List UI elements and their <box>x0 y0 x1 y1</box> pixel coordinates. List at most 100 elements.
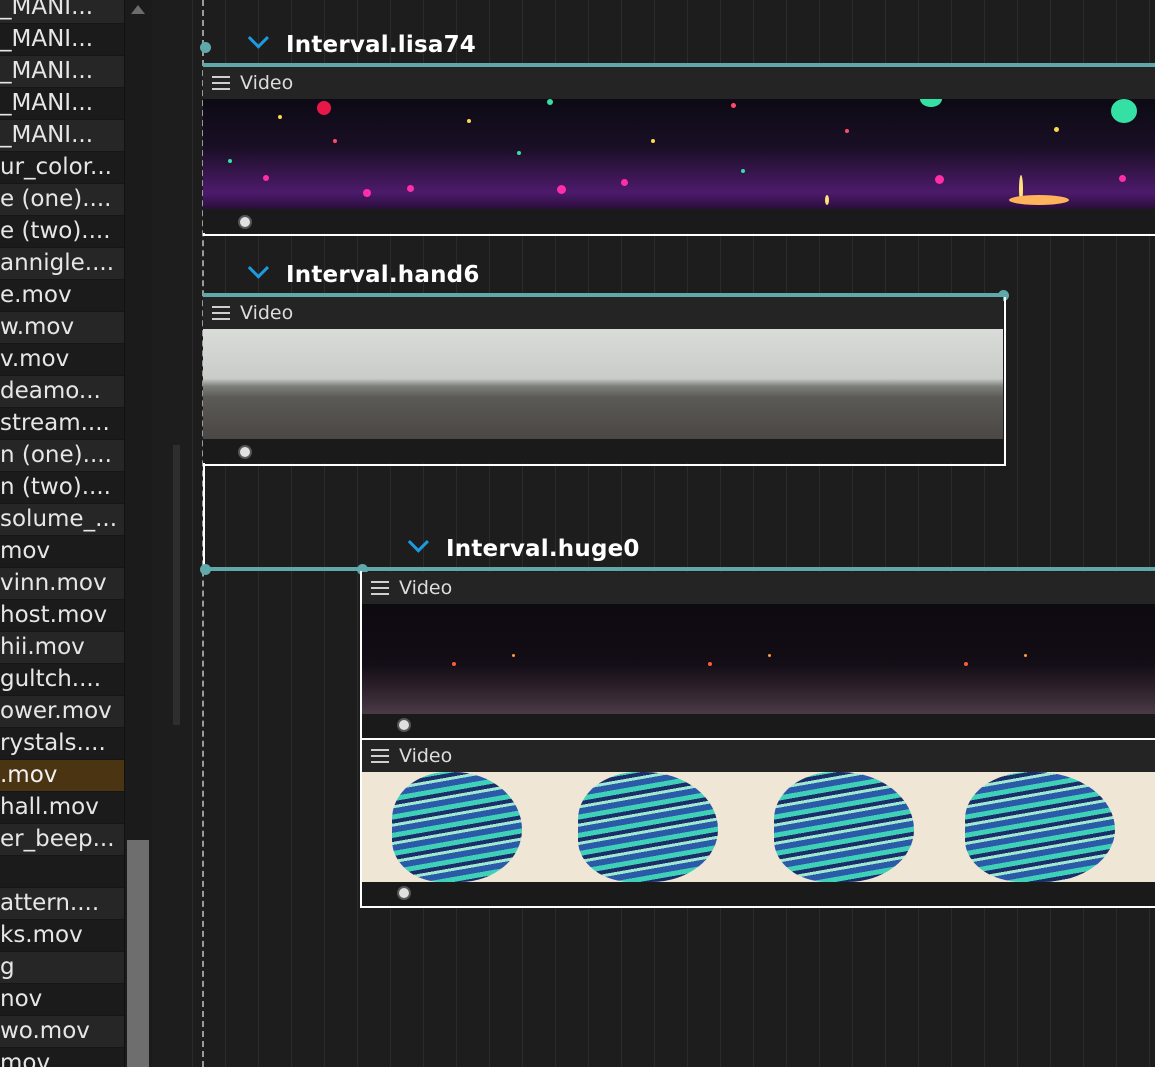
video-thumbnail-strip <box>203 329 1003 439</box>
menu-icon[interactable] <box>371 749 389 763</box>
file-list-item[interactable]: mov <box>0 1048 124 1067</box>
video-process[interactable]: Video <box>203 297 1003 463</box>
interval-connector <box>203 466 205 570</box>
file-list-item[interactable]: n (one).... <box>0 440 124 471</box>
video-process[interactable]: Video <box>362 572 1155 738</box>
file-list-item[interactable]: ur_color... <box>0 152 124 183</box>
file-list-item[interactable]: v.mov <box>0 344 124 375</box>
file-list-item[interactable]: e.mov <box>0 280 124 311</box>
video-thumbnail <box>397 99 591 209</box>
file-name: ower.mov <box>0 698 112 724</box>
video-thumbnail <box>362 772 558 882</box>
process-header[interactable]: Video <box>362 740 1155 772</box>
file-name: attern.... <box>0 890 100 916</box>
file-name: host.mov <box>0 602 108 628</box>
video-thumbnail <box>754 772 950 882</box>
video-thumbnail <box>950 772 1155 882</box>
menu-icon[interactable] <box>371 581 389 595</box>
video-thumbnail <box>203 329 332 439</box>
file-list-item[interactable] <box>0 856 124 887</box>
gutter-scroll-indicator <box>173 445 180 725</box>
file-list-item[interactable]: host.mov <box>0 600 124 631</box>
interval-start-node[interactable] <box>200 42 211 53</box>
file-list-item[interactable]: annigle.... <box>0 248 124 279</box>
process-header[interactable]: Video <box>203 297 1003 329</box>
output-port[interactable] <box>238 215 252 229</box>
process-header[interactable]: Video <box>203 67 1155 99</box>
file-name: annigle.... <box>0 250 115 276</box>
file-name: ks.mov <box>0 922 83 948</box>
process-label: Video <box>240 302 294 324</box>
file-list-item[interactable]: _MANI... <box>0 24 124 55</box>
file-name: gultch.... <box>0 666 102 692</box>
video-process[interactable]: Video <box>203 67 1155 233</box>
file-name: mov <box>0 538 51 564</box>
menu-icon[interactable] <box>212 76 230 90</box>
process-label: Video <box>399 745 453 767</box>
file-list-item[interactable]: n (two).... <box>0 472 124 503</box>
video-thumbnail <box>591 99 785 209</box>
file-list-item[interactable]: solume_... <box>0 504 124 535</box>
menu-icon[interactable] <box>212 306 230 320</box>
interval-start-node[interactable] <box>200 564 211 575</box>
file-name: nov <box>0 986 43 1012</box>
file-list-panel: _MANI... _MANI... _MANI... _MANI... _MANI...… <box>0 0 124 1067</box>
file-name: mov <box>0 1050 51 1067</box>
video-process[interactable]: Video <box>362 740 1155 906</box>
video-thumbnail <box>459 329 588 439</box>
file-list-item[interactable]: hall.mov <box>0 792 124 823</box>
file-name: er_beep... <box>0 826 115 852</box>
output-port[interactable] <box>238 445 252 459</box>
scroll-up-arrow-icon[interactable] <box>131 5 145 14</box>
file-list-item[interactable]: vinn.mov <box>0 568 124 599</box>
interval-title[interactable]: Interval.hand6 <box>247 257 480 290</box>
process-header[interactable]: Video <box>362 572 1155 604</box>
process-label: Video <box>240 72 294 94</box>
interval-name: Interval.lisa74 <box>286 32 476 58</box>
file-list-item[interactable]: e (one).... <box>0 184 124 215</box>
file-list-item[interactable]: attern.... <box>0 888 124 919</box>
file-list-item[interactable]: _MANI... <box>0 0 124 23</box>
video-thumbnail <box>362 604 618 714</box>
output-port[interactable] <box>397 718 411 732</box>
file-name: hii.mov <box>0 634 85 660</box>
file-list-item[interactable]: ks.mov <box>0 920 124 951</box>
file-list-item[interactable]: _MANI... <box>0 56 124 87</box>
file-name: _MANI... <box>0 58 93 84</box>
file-list-item[interactable]: er_beep... <box>0 824 124 855</box>
file-list-item[interactable]: _MANI... <box>0 120 124 151</box>
file-list-item[interactable]: nov <box>0 984 124 1015</box>
file-list-item[interactable]: mov <box>0 536 124 567</box>
file-name: _MANI... <box>0 90 93 116</box>
file-list-item[interactable]: w.mov <box>0 312 124 343</box>
file-list-item[interactable]: rystals.... <box>0 728 124 759</box>
file-name: _MANI... <box>0 0 93 20</box>
file-list-item[interactable]: gultch.... <box>0 664 124 695</box>
file-list-item[interactable]: e (two).... <box>0 216 124 247</box>
file-name: stream.... <box>0 410 110 436</box>
file-name: deamo... <box>0 378 101 404</box>
video-thumbnail <box>1130 604 1155 714</box>
video-thumbnail <box>203 99 397 209</box>
file-list-item[interactable]: g <box>0 952 124 983</box>
scrollbar-thumb[interactable] <box>127 840 149 1067</box>
file-name: _MANI... <box>0 122 93 148</box>
file-list-item[interactable]: hii.mov <box>0 632 124 663</box>
video-thumbnail <box>971 329 1003 439</box>
file-list-item[interactable]: stream.... <box>0 408 124 439</box>
interval-title[interactable]: Interval.lisa74 <box>247 27 476 60</box>
video-thumbnail <box>715 329 844 439</box>
file-list-item[interactable]: wo.mov <box>0 1016 124 1047</box>
output-port[interactable] <box>397 886 411 900</box>
interval-title[interactable]: Interval.huge0 <box>407 531 640 564</box>
file-list-item[interactable]: deamo... <box>0 376 124 407</box>
file-list-item[interactable]: .mov <box>0 760 124 791</box>
file-name: w.mov <box>0 314 75 340</box>
video-thumbnail <box>618 604 874 714</box>
video-thumbnail <box>587 329 716 439</box>
file-list-item[interactable]: _MANI... <box>0 88 124 119</box>
video-thumbnail <box>331 329 460 439</box>
file-list-item[interactable]: ower.mov <box>0 696 124 727</box>
file-name: solume_... <box>0 506 118 532</box>
video-thumbnail <box>979 99 1155 209</box>
